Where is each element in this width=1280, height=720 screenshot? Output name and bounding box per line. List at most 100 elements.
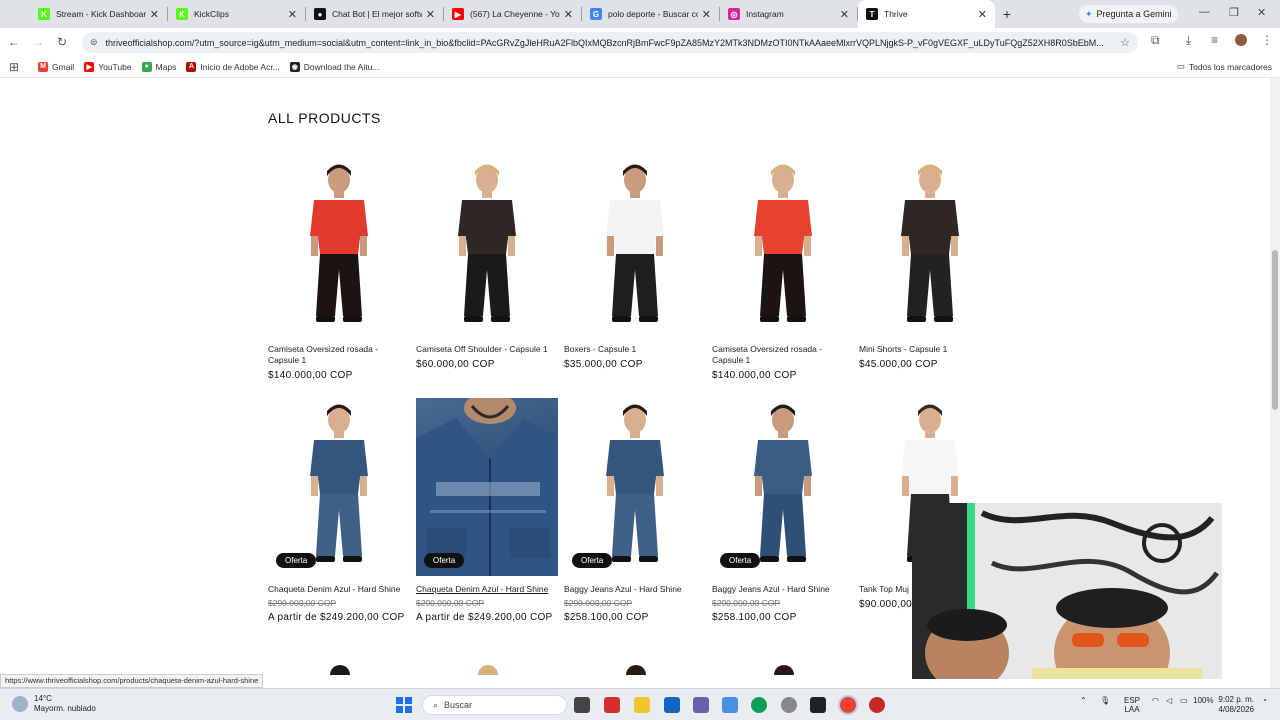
tab-close-icon[interactable]: ✕ — [150, 8, 159, 21]
product-name[interactable]: Chaqueta Denim Azul - Hard Shine — [268, 584, 410, 595]
product-card[interactable]: Mini Shorts - Capsule 1 $45.000,00 COP — [859, 158, 1001, 370]
tab-close-icon[interactable]: ✕ — [978, 8, 987, 21]
product-card[interactable]: Boxers - Capsule 1 $35.000,00 COP — [564, 158, 706, 370]
product-photo — [606, 164, 664, 322]
product-image[interactable] — [416, 158, 558, 336]
bookmarks-bar: ⊞ M Gmail ▶ YouTube ● Maps A Inicio de Adobe Ac… — [0, 56, 1280, 78]
product-card[interactable]: Oferta Baggy Jeans Azul - Hard Shine $290.… — [712, 398, 854, 623]
profile-avatar[interactable] — [1235, 34, 1247, 46]
product-name[interactable]: Camiseta Oversized rosada - Capsule 1 — [268, 344, 410, 366]
speaker-icon[interactable]: ◁ — [1166, 696, 1172, 705]
bookmark-item[interactable]: M Gmail — [38, 61, 74, 72]
bookmark-star-icon[interactable]: ☆ — [1120, 36, 1130, 49]
tab-3[interactable]: ▶ (567) La Cheyenne - YouT ✕ — [444, 0, 581, 28]
address-bar[interactable]: ⊜ thriveofficialshop.com/?utm_source=ig&… — [82, 32, 1138, 53]
gemini-button[interactable]: ✦ Pregunta a Gemini — [1079, 5, 1178, 23]
product-card[interactable]: Oferta Chaqueta Denim Azul - Hard Shine $2… — [268, 398, 410, 623]
apps-grid-icon[interactable]: ⊞ — [0, 60, 28, 74]
product-name[interactable]: Camiseta Off Shoulder - Capsule 1 — [416, 344, 558, 355]
chrome-icon[interactable] — [840, 697, 856, 713]
tab-close-icon[interactable]: ✕ — [564, 8, 573, 21]
product-name[interactable]: Camiseta Oversized rosada - Capsule 1 — [712, 344, 854, 366]
tab-4[interactable]: Gpolo deporte - Buscar co ✕ — [582, 0, 719, 28]
product-image[interactable] — [859, 158, 1001, 336]
tray-chevron-icon[interactable]: ⌃ — [1080, 696, 1087, 705]
tab-1[interactable]: K KickClips ✕ — [168, 0, 305, 28]
tab-close-icon[interactable]: ✕ — [426, 8, 435, 21]
tab-6[interactable]: T Thrive ✕ — [858, 0, 995, 28]
battery-icon[interactable]: ▭ — [1180, 696, 1188, 705]
bookmark-item[interactable]: ● Maps — [141, 61, 176, 72]
tab-close-icon[interactable]: ✕ — [840, 8, 849, 21]
new-tab-button[interactable]: + — [995, 6, 1019, 22]
tab-close-icon[interactable]: ✕ — [702, 8, 711, 21]
product-card[interactable]: Camiseta Oversized rosada - Capsule 1 $14… — [712, 158, 854, 381]
product-image[interactable]: Oferta — [416, 398, 558, 576]
app-l-icon[interactable] — [604, 697, 620, 713]
tab-2[interactable]: ● Chat Bot | El mejor softw ✕ — [306, 0, 443, 28]
settings-app-icon[interactable] — [781, 697, 797, 713]
product-image[interactable] — [712, 158, 854, 336]
teams-icon[interactable] — [693, 697, 709, 713]
site-info-icon[interactable]: ⊜ — [90, 37, 98, 48]
all-bookmarks[interactable]: ▭ Todos los marcadores — [1177, 61, 1272, 72]
product-image-partial[interactable] — [330, 665, 350, 675]
product-card[interactable]: Oferta Chaqueta Denim Azul - Hard Shine $2… — [416, 398, 558, 623]
forward-icon[interactable]: → — [26, 35, 50, 49]
tab-favicon-icon: G — [590, 8, 602, 20]
reload-icon[interactable]: ↻ — [50, 35, 74, 49]
product-card[interactable]: Camiseta Off Shoulder - Capsule 1 $60.000… — [416, 158, 558, 370]
product-image-partial[interactable] — [626, 665, 646, 675]
bookmark-item[interactable]: A Inicio de Adobe Acr... — [186, 61, 280, 72]
close-window-button[interactable]: ✕ — [1257, 6, 1266, 19]
scrollbar-thumb[interactable] — [1272, 250, 1278, 410]
shield-app-icon[interactable] — [664, 697, 680, 713]
product-card[interactable]: Oferta Baggy Jeans Azul - Hard Shine $290.… — [564, 398, 706, 623]
product-image-partial[interactable] — [478, 665, 498, 675]
tab-close-icon[interactable]: ✕ — [288, 8, 297, 21]
product-image[interactable] — [564, 158, 706, 336]
tab-title: Chat Bot | El mejor softw — [332, 9, 422, 19]
product-image[interactable]: Oferta — [268, 398, 410, 576]
bookmark-favicon-icon: A — [186, 61, 197, 72]
notification-bell-icon[interactable]: ◔ — [1262, 696, 1267, 705]
menu-icon[interactable]: ⋮ — [1261, 33, 1273, 47]
microphone-icon[interactable]: 🎙 — [1100, 696, 1110, 705]
tab-5[interactable]: ◎ Instagram ✕ — [720, 0, 857, 28]
product-name[interactable]: Baggy Jeans Azul - Hard Shine — [564, 584, 706, 595]
file-explorer-icon[interactable] — [634, 697, 650, 713]
product-image-partial[interactable] — [774, 665, 794, 675]
maximize-button[interactable]: ❐ — [1229, 6, 1239, 19]
product-card[interactable]: Camiseta Oversized rosada - Capsule 1 $14… — [268, 158, 410, 381]
bookmark-item[interactable]: ◉ Download the Aitu... — [289, 61, 379, 72]
product-image[interactable]: Oferta — [712, 398, 854, 576]
weather-widget[interactable]: 14°C Mayorm. nublado — [12, 694, 96, 714]
bookmark-item[interactable]: ▶ YouTube — [84, 61, 132, 72]
photos-icon[interactable] — [722, 697, 738, 713]
recorder-icon[interactable] — [869, 697, 885, 713]
clock[interactable]: 9:02 p. m. 4/08/2026 — [1218, 695, 1254, 715]
playlist-icon[interactable]: ≡ — [1211, 33, 1218, 47]
language-indicator[interactable]: ESP LAA — [1124, 696, 1140, 714]
product-price: $140.000,00 COP — [712, 370, 797, 381]
taskbar-search[interactable]: ⌕ Buscar — [422, 695, 567, 715]
minimize-button[interactable]: — — [1199, 6, 1210, 18]
product-name[interactable]: Chaqueta Denim Azul - Hard Shine — [416, 584, 558, 595]
tab-0[interactable]: K Stream - Kick Dashboard ✕ — [30, 0, 167, 28]
task-view-icon[interactable] — [574, 697, 590, 713]
webcam-overlay — [912, 503, 1222, 679]
product-name[interactable]: Baggy Jeans Azul - Hard Shine — [712, 584, 854, 595]
windows-start-icon[interactable] — [396, 697, 412, 713]
product-name[interactable]: Boxers - Capsule 1 — [564, 344, 706, 355]
download-icon[interactable]: ⤓ — [1186, 33, 1191, 48]
original-price: $290.000,00 COP — [268, 598, 337, 608]
edge-icon[interactable] — [751, 697, 767, 713]
page-scrollbar[interactable] — [1270, 78, 1280, 688]
wifi-icon[interactable]: ◠ — [1152, 696, 1159, 705]
back-icon[interactable]: ← — [2, 35, 26, 49]
product-name[interactable]: Mini Shorts - Capsule 1 — [859, 344, 1001, 355]
product-image[interactable] — [268, 158, 410, 336]
extensions-icon[interactable]: ⧉ — [1151, 33, 1160, 48]
product-image[interactable]: Oferta — [564, 398, 706, 576]
terminal-icon[interactable] — [810, 697, 826, 713]
